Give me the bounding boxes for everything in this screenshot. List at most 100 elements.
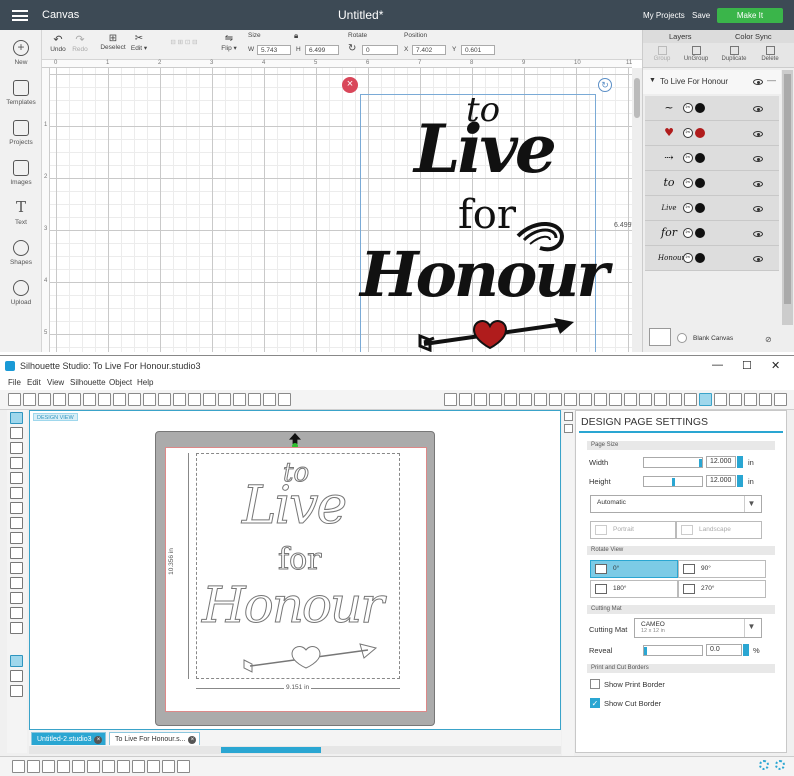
rotate-90-button[interactable]: 90° xyxy=(678,560,766,578)
cutting-mat-dropdown[interactable]: CAMEO 12 x 12 in ▼ xyxy=(634,618,762,638)
my-projects-link[interactable]: My Projects xyxy=(643,11,685,20)
layers-icon[interactable] xyxy=(699,393,712,406)
eye-icon[interactable] xyxy=(753,79,763,85)
landscape-button[interactable]: Landscape xyxy=(676,521,762,539)
points-icon[interactable] xyxy=(744,393,757,406)
object-tool-icon[interactable] xyxy=(57,760,70,773)
modify-icon[interactable] xyxy=(579,393,592,406)
undo-icon[interactable] xyxy=(173,393,186,406)
eye-icon[interactable] xyxy=(753,206,763,212)
cut-operation-icon[interactable]: ✂ xyxy=(683,103,693,113)
select-tool-icon[interactable] xyxy=(10,412,23,424)
knife-tool-icon[interactable] xyxy=(10,592,23,604)
eye-icon[interactable] xyxy=(753,106,763,112)
object-tool-icon[interactable] xyxy=(102,760,115,773)
close-tab-icon[interactable]: × xyxy=(94,736,103,744)
sketch-tool-icon[interactable] xyxy=(10,622,23,634)
width-spinner[interactable] xyxy=(737,456,743,468)
reveal-spinner[interactable] xyxy=(743,644,749,656)
polygon-tool-icon[interactable] xyxy=(10,502,23,514)
object-tool-icon[interactable] xyxy=(87,760,100,773)
layers-panel-tool-icon[interactable] xyxy=(10,655,23,667)
blank-canvas-color-button[interactable] xyxy=(677,333,687,343)
edit-points-tool-icon[interactable] xyxy=(10,427,23,439)
trace-icon[interactable] xyxy=(504,393,517,406)
ellipse-tool-icon[interactable] xyxy=(10,487,23,499)
fill-icon[interactable] xyxy=(519,393,532,406)
menu-file[interactable]: File xyxy=(8,378,21,387)
y-position-input[interactable]: 0.601 xyxy=(461,45,495,55)
paste-icon[interactable] xyxy=(128,393,141,406)
print-cut-icon[interactable] xyxy=(98,393,111,406)
sidebar-item-templates[interactable]: Templates xyxy=(0,80,42,106)
eye-icon[interactable] xyxy=(753,231,763,237)
pan-icon[interactable] xyxy=(203,393,216,406)
minimize-icon[interactable]: — xyxy=(712,359,723,371)
cut-operation-icon[interactable]: ✂ xyxy=(683,253,693,263)
object-tool-icon[interactable] xyxy=(162,760,175,773)
object-tool-icon[interactable] xyxy=(117,760,130,773)
tab-layers[interactable]: Layers xyxy=(669,32,692,41)
replicate-icon[interactable] xyxy=(564,393,577,406)
rounded-rectangle-tool-icon[interactable] xyxy=(10,472,23,484)
align-icon[interactable] xyxy=(609,393,622,406)
width-slider[interactable] xyxy=(643,457,703,468)
line-tool-icon[interactable] xyxy=(10,442,23,454)
delete-selection-icon[interactable]: × xyxy=(342,77,358,93)
close-tab-icon[interactable]: × xyxy=(188,736,197,744)
hide-eye-icon[interactable]: ⊘ xyxy=(765,335,772,344)
slider-handle[interactable] xyxy=(672,478,675,486)
slider-handle[interactable] xyxy=(699,459,702,467)
search-icon[interactable] xyxy=(729,393,742,406)
hamburger-menu-icon[interactable] xyxy=(12,10,28,21)
layer-row[interactable]: Live ✂ xyxy=(645,196,779,221)
knife-icon[interactable] xyxy=(759,393,772,406)
duplicate-button[interactable]: Duplicate xyxy=(719,46,749,62)
library-panel-tool-icon[interactable] xyxy=(10,670,23,682)
save-as-icon[interactable] xyxy=(68,393,81,406)
collapse-minus-icon[interactable]: — xyxy=(767,75,776,85)
send-icon[interactable] xyxy=(684,393,697,406)
width-input[interactable]: 12.000 xyxy=(706,456,736,468)
zoom-out-icon[interactable] xyxy=(233,393,246,406)
copy-icon[interactable] xyxy=(113,393,126,406)
send-to-device-icon[interactable] xyxy=(714,393,727,406)
library-icon[interactable] xyxy=(654,393,667,406)
menu-silhouette[interactable]: Silhouette xyxy=(70,378,106,387)
ungroup-button[interactable]: UnGroup xyxy=(681,46,711,62)
sidebar-item-images[interactable]: Images xyxy=(0,160,42,186)
eraser-icon[interactable] xyxy=(774,393,787,406)
x-position-input[interactable]: 7.402 xyxy=(412,45,446,55)
sidebar-item-shapes[interactable]: Shapes xyxy=(0,240,42,266)
save-link[interactable]: Save xyxy=(692,11,710,20)
slider-handle[interactable] xyxy=(644,647,647,655)
layer-color-swatch[interactable] xyxy=(695,153,705,163)
blank-canvas-swatch[interactable] xyxy=(649,328,671,346)
new-icon[interactable] xyxy=(8,393,21,406)
zoom-in-icon[interactable] xyxy=(218,393,231,406)
design-page-settings-icon[interactable] xyxy=(444,393,457,406)
rotate-0-button[interactable]: 0° xyxy=(590,560,678,578)
registration-icon[interactable] xyxy=(474,393,487,406)
tab-untitled-2[interactable]: Untitled-2.studio3 × xyxy=(31,732,107,745)
object-tool-icon[interactable] xyxy=(147,760,160,773)
tab-to-live-for-honour[interactable]: To Live For Honour.s... × xyxy=(109,732,201,745)
layer-color-swatch[interactable] xyxy=(695,103,705,113)
edit-dropdown[interactable]: ✂ Edit ▾ xyxy=(128,33,150,52)
scrollbar-thumb[interactable] xyxy=(221,747,321,753)
rectangle-tool-icon[interactable] xyxy=(10,457,23,469)
text-tool-icon[interactable] xyxy=(10,562,23,574)
store-icon[interactable] xyxy=(669,393,682,406)
eye-icon[interactable] xyxy=(753,131,763,137)
show-cut-border-checkbox[interactable]: ✓ xyxy=(590,698,600,708)
delete-button[interactable]: Delete xyxy=(755,46,785,62)
cut-operation-icon[interactable]: ✂ xyxy=(683,178,693,188)
offset-icon[interactable] xyxy=(489,393,502,406)
open-library-icon[interactable] xyxy=(38,393,51,406)
object-tool-icon[interactable] xyxy=(177,760,190,773)
close-icon[interactable]: ✕ xyxy=(771,359,780,372)
layer-group-header[interactable]: ▼ To Live For Honour — xyxy=(643,70,781,94)
group-button[interactable]: Group xyxy=(647,46,677,62)
deselect-button[interactable]: ⊞ Deselect xyxy=(98,33,128,51)
grid-icon[interactable] xyxy=(459,393,472,406)
